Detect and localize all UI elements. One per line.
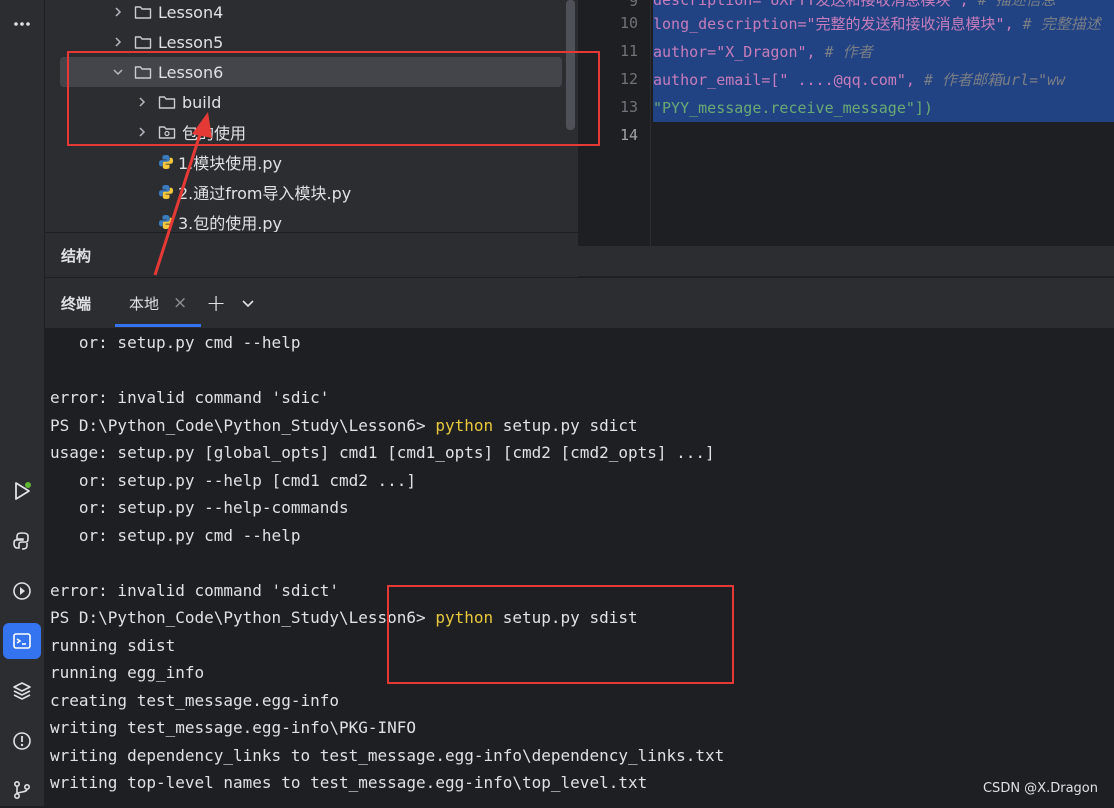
folder-icon (134, 6, 152, 19)
terminal-line: or: setup.py --help [cmd1 cmd2 ...] (50, 471, 417, 490)
structure-panel-header[interactable]: 结构 (45, 232, 578, 277)
terminal-icon[interactable] (3, 623, 41, 659)
command-name: python (435, 416, 494, 435)
terminal-title: 终端 (61, 294, 92, 313)
annotation-arrow (153, 112, 212, 276)
code-text: long_description="完整的发送和接收消息模块", (653, 15, 1014, 33)
code-comment: # 作者邮箱url="ww (914, 71, 1066, 89)
line-number: 9 (628, 0, 638, 10)
terminal-line: or: setup.py cmd --help (50, 526, 301, 545)
watermark: CSDN @X.Dragon (982, 781, 1098, 796)
line-number: 11 (619, 42, 638, 60)
line-number: 10 (619, 14, 638, 32)
terminal-line: usage: setup.py [global_opts] cmd1 [cmd1… (50, 443, 715, 462)
problems-icon[interactable] (0, 723, 44, 759)
line-number: 13 (619, 98, 638, 116)
python-console-icon[interactable] (0, 523, 44, 559)
tool-window-strip (0, 0, 45, 806)
code-comment: # 作者 (815, 43, 873, 61)
code-line: author="X_Dragon", # 作者 (653, 38, 1114, 66)
chevron-right-icon[interactable] (110, 4, 126, 20)
code-text: "PYY_message.receive_message"]) (653, 99, 933, 117)
more-icon[interactable] (0, 6, 44, 42)
terminal-line: error: invalid command 'sdict' (50, 581, 339, 600)
code-comment: # 描述信息 (968, 0, 1056, 9)
code-line: "PYY_message.receive_message"]) (653, 94, 1114, 122)
terminal-line: writing test_message.egg-info\PKG-INFO (50, 718, 417, 737)
code-text: description="UXPYY发送和接收消息模块", (653, 0, 969, 9)
code-line: long_description="完整的发送和接收消息模块", # 完整描述 (653, 10, 1114, 38)
folder-icon (134, 36, 152, 49)
terminal-line: writing top-level names to test_message.… (50, 773, 648, 792)
tree-item[interactable]: Lesson4 (110, 0, 223, 27)
command-args: setup.py sdict (493, 416, 638, 435)
layers-icon[interactable] (0, 673, 44, 709)
annotation-box (387, 585, 734, 684)
run-icon[interactable] (0, 473, 44, 509)
terminal-line: running sdist (50, 636, 176, 655)
terminal-output[interactable]: or: setup.py cmd --help error: invalid c… (45, 328, 1114, 806)
tab-local-label: 本地 (129, 294, 160, 313)
active-tab-indicator (115, 324, 201, 327)
prompt-path: PS D:\Python_Code\Python_Study\Lesson6> (50, 416, 436, 435)
code-text: author_email=[" ....@qq.com", (653, 71, 915, 89)
tree-item-label: Lesson5 (158, 32, 224, 52)
terminal-line: writing dependency_links to test_message… (50, 746, 725, 765)
terminal-toolbar: 终端 本地 × + (45, 277, 1114, 329)
terminal-line: error: invalid command 'sdic' (50, 388, 330, 407)
close-icon[interactable]: × (173, 293, 187, 313)
prompt-path: PS D:\Python_Code\Python_Study\Lesson6> (50, 608, 436, 627)
terminal-line: or: setup.py --help-commands (50, 498, 349, 517)
add-tab-icon[interactable]: + (206, 278, 226, 328)
chevron-right-icon[interactable] (110, 34, 126, 50)
tree-item-label: Lesson4 (158, 2, 224, 22)
services-icon[interactable] (0, 573, 44, 609)
line-number: 14 (619, 126, 638, 144)
chevron-down-icon[interactable] (241, 278, 255, 328)
terminal-line: running egg_info (50, 663, 205, 682)
code-line: author_email=[" ....@qq.com", # 作者邮箱url=… (653, 66, 1114, 94)
git-icon[interactable] (0, 772, 44, 808)
terminal-prompt-line: PS D:\Python_Code\Python_Study\Lesson6> … (50, 414, 638, 438)
structure-title: 结构 (61, 247, 92, 265)
editor-footer (578, 246, 1114, 276)
code-comment: # 完整描述 (1013, 15, 1101, 33)
terminal-line: creating test_message.egg-info (50, 691, 339, 710)
code-text: author="X_Dragon", (653, 43, 816, 61)
line-number: 12 (619, 70, 638, 88)
code-editor[interactable]: 9 10 11 12 13 14 description="UXPYY发送和接收… (578, 0, 1114, 246)
tab-local[interactable]: 本地 × (129, 278, 187, 328)
terminal-line: or: setup.py cmd --help (50, 333, 301, 352)
